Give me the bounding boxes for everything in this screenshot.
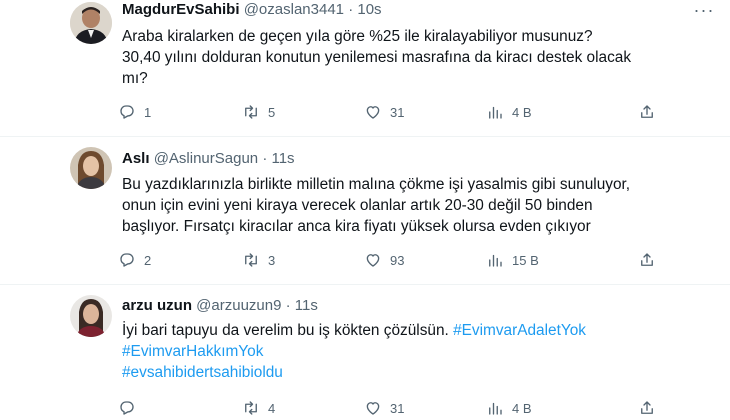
timestamp[interactable]: 11s: [271, 150, 294, 167]
reply-icon: [120, 401, 134, 415]
like-count: 31: [390, 400, 405, 416]
tweet-text-line: İyi bari tapuyu da verelim bu iş kökten …: [122, 322, 454, 339]
share-icon: [641, 401, 653, 414]
share-icon: [641, 253, 653, 266]
user-handle[interactable]: @ozaslan3441: [244, 1, 344, 18]
timestamp[interactable]: 10s: [357, 1, 381, 18]
separator-dot: ·: [348, 1, 354, 18]
views-count: 4 B: [512, 104, 532, 120]
hashtag-link[interactable]: #EvimvarHakkımYok: [122, 343, 263, 360]
avatar[interactable]: [70, 295, 112, 337]
separator-dot: ·: [285, 297, 291, 314]
reply-button[interactable]: 2: [118, 249, 151, 271]
tweet-text: Bu yazdıklarınızla birlikte milletin mal…: [122, 174, 647, 237]
tweet-text-line: 30,40 yılını dolduran konutun yenilemesi…: [122, 49, 632, 66]
user-handle[interactable]: @arzuuzun9: [196, 297, 281, 314]
views-icon: [489, 402, 502, 415]
retweet-icon: [245, 105, 257, 119]
tweet-text: Araba kiralarken de geçen yıla göre %25 …: [122, 26, 647, 89]
views-icon: [489, 106, 502, 119]
display-name[interactable]: arzu uzun: [122, 297, 192, 314]
retweet-icon: [245, 253, 257, 267]
retweet-button[interactable]: 5: [242, 101, 275, 123]
views-icon: [489, 254, 502, 267]
views-button[interactable]: 15 B: [486, 249, 539, 271]
retweet-count: 5: [268, 104, 276, 120]
tweet-text-line: mı?: [122, 70, 148, 87]
like-count: 93: [390, 252, 405, 268]
user-handle[interactable]: @AslinurSagun: [154, 150, 258, 167]
reply-icon: [120, 105, 134, 119]
retweet-button[interactable]: 3: [242, 249, 275, 271]
share-icon: [641, 105, 653, 118]
like-button[interactable]: 31: [364, 397, 404, 419]
views-button[interactable]: 4 B: [486, 101, 532, 123]
timestamp[interactable]: 11s: [295, 297, 318, 314]
like-button[interactable]: 31: [364, 101, 404, 123]
avatar[interactable]: [70, 147, 112, 189]
reply-button[interactable]: [118, 397, 144, 419]
share-button[interactable]: [638, 397, 656, 419]
hashtag-link[interactable]: #EvimvarAdaletYok: [453, 322, 586, 339]
like-count: 31: [390, 104, 405, 120]
share-button[interactable]: [638, 101, 656, 123]
retweet-count: 3: [268, 252, 276, 268]
views-count: 15 B: [512, 252, 539, 268]
retweet-icon: [245, 401, 257, 415]
tweet-3[interactable]: arzu uzun @arzuuzun9 · 11s İyi bari tapu…: [0, 285, 730, 420]
more-icon[interactable]: ···: [693, 1, 715, 24]
display-name[interactable]: MagdurEvSahibi: [122, 1, 240, 18]
views-button[interactable]: 4 B: [486, 397, 532, 419]
tweet-text-line: Araba kiralarken de geçen yıla göre %25 …: [122, 28, 593, 45]
retweet-button[interactable]: 4: [242, 397, 275, 419]
tweet-text-line: onun için evini yeni kiraya verecek olan…: [122, 197, 593, 214]
tweet-text-line: başlıyor. Fırsatçı kiracılar anca kira f…: [122, 218, 591, 235]
reply-icon: [120, 253, 134, 267]
like-icon: [366, 402, 380, 415]
like-icon: [366, 254, 380, 267]
reply-button[interactable]: 1: [118, 101, 151, 123]
reply-count: 2: [144, 252, 152, 268]
tweet-actions: 2 3 93 15 B: [118, 249, 658, 271]
reply-count: 1: [144, 104, 152, 120]
avatar[interactable]: [70, 2, 112, 44]
tweet-text: İyi bari tapuyu da verelim bu iş kökten …: [122, 320, 647, 383]
tweet-1[interactable]: MagdurEvSahibi @ozaslan3441 · 10s ··· Ar…: [0, 0, 730, 135]
tweet-actions: 4 31 4 B: [118, 397, 658, 419]
separator-dot: ·: [262, 150, 268, 167]
views-count: 4 B: [512, 400, 532, 416]
retweet-count: 4: [268, 400, 276, 416]
display-name[interactable]: Aslı: [122, 150, 150, 167]
tweet-2[interactable]: Aslı @AslinurSagun · 11s Bu yazdıklarını…: [0, 137, 730, 284]
like-button[interactable]: 93: [364, 249, 404, 271]
share-button[interactable]: [638, 249, 656, 271]
like-icon: [366, 106, 380, 119]
tweet-actions: 1 5 31 4 B: [118, 101, 658, 123]
tweet-text-line: Bu yazdıklarınızla birlikte milletin mal…: [122, 176, 631, 193]
hashtag-link[interactable]: #evsahibidertsahibioldu: [122, 364, 283, 381]
